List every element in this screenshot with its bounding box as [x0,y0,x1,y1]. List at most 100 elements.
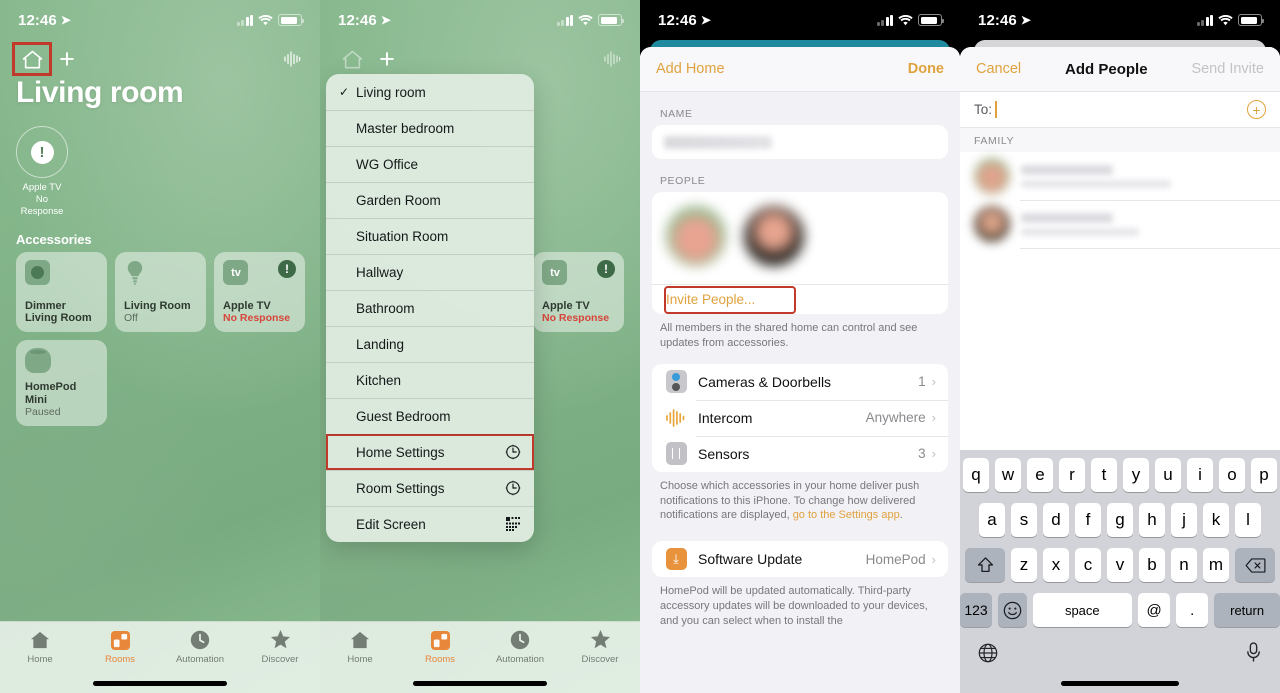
key-t[interactable]: t [1091,458,1117,492]
to-field-row[interactable]: To: + [960,92,1280,128]
status-tile[interactable]: ! Apple TV No Response [14,126,70,218]
add-button[interactable]: + [50,44,84,74]
status-bar-time-group: 12:46 ➤ [978,12,1031,29]
home-name-input[interactable] [652,125,948,159]
intercom-button[interactable] [278,45,306,73]
accessory-card-apple-tv[interactable]: tv ! Apple TV No Response [533,252,624,332]
tab-home[interactable]: Home [0,629,80,665]
intercom-button[interactable] [598,45,626,73]
avatar[interactable] [666,206,726,266]
key-a[interactable]: a [979,503,1005,537]
tab-label: Rooms [424,654,456,665]
row-sensors[interactable]: Sensors 3 › [652,435,948,472]
redacted-contact-name [1021,212,1113,223]
key-w[interactable]: w [995,458,1021,492]
key-x[interactable]: x [1043,548,1069,582]
key-v[interactable]: v [1107,548,1133,582]
home-button[interactable] [12,42,52,76]
tab-automation[interactable]: Automation [480,629,560,665]
key-o[interactable]: o [1219,458,1245,492]
apple-tv-icon: tv [542,260,567,285]
menu-item-living-room[interactable]: ✓ Living room [326,74,534,110]
invite-people-row[interactable]: Invite People... [652,284,948,314]
accessory-card-apple-tv[interactable]: tv ! Apple TV No Response [214,252,305,332]
key-b[interactable]: b [1139,548,1165,582]
menu-item-room-settings[interactable]: Room Settings [326,470,534,506]
backspace-icon[interactable] [1235,548,1275,582]
accessory-card-homepod-mini[interactable]: HomePod Mini Paused [16,340,107,426]
numbers-key[interactable]: 123 [960,593,993,627]
key-z[interactable]: z [1011,548,1037,582]
add-home-button[interactable]: Add Home [656,61,725,77]
menu-item-edit-screen[interactable]: Edit Screen [326,506,534,542]
cellular-signal-icon [1196,14,1213,26]
row-cameras-doorbells[interactable]: Cameras & Doorbells 1 › [652,364,948,400]
key-m[interactable]: m [1203,548,1229,582]
status-bar: 12:46 ➤ [960,0,1280,40]
period-key[interactable]: . [1176,593,1209,627]
plus-circle-icon[interactable]: + [1247,100,1266,119]
key-p[interactable]: p [1251,458,1277,492]
menu-item-wg-office[interactable]: WG Office [326,146,534,182]
key-i[interactable]: i [1187,458,1213,492]
home-button[interactable] [334,44,370,74]
key-y[interactable]: y [1123,458,1149,492]
dimmer-icon [25,260,50,285]
menu-item-bathroom[interactable]: Bathroom [326,290,534,326]
shift-icon[interactable] [965,548,1005,582]
cancel-button[interactable]: Cancel [976,61,1021,77]
tab-discover[interactable]: Discover [240,629,320,665]
key-u[interactable]: u [1155,458,1181,492]
key-q[interactable]: q [963,458,989,492]
tab-home[interactable]: Home [320,629,400,665]
tab-discover[interactable]: Discover [560,629,640,665]
row-software-update[interactable]: ⤓ Software Update HomePod › [652,541,948,577]
return-key[interactable]: return [1214,593,1280,627]
at-key[interactable]: @ [1138,593,1171,627]
status-tile-circle: ! [16,126,68,178]
tab-automation[interactable]: Automation [160,629,240,665]
accessory-card-living-room-light[interactable]: Living Room Off [115,252,206,332]
menu-item-master-bedroom[interactable]: Master bedroom [326,110,534,146]
accessory-card-dimmer[interactable]: Dimmer Living Room [16,252,107,332]
space-key[interactable]: space [1032,593,1133,627]
emoji-icon[interactable] [998,593,1027,627]
home-settings-list: Cameras & Doorbells 1 › Intercom Anywher… [652,363,948,472]
key-f[interactable]: f [1075,503,1101,537]
menu-item-garden-room[interactable]: Garden Room [326,182,534,218]
waveform-icon [604,51,621,67]
key-s[interactable]: s [1011,503,1037,537]
menu-item-kitchen[interactable]: Kitchen [326,362,534,398]
key-h[interactable]: h [1139,503,1165,537]
menu-item-guest-bedroom[interactable]: Guest Bedroom [326,398,534,434]
list-item[interactable] [960,200,1280,248]
avatar[interactable] [744,206,805,266]
key-j[interactable]: j [1171,503,1197,537]
menu-item-home-settings[interactable]: Home Settings [326,434,534,470]
key-g[interactable]: g [1107,503,1133,537]
tab-rooms[interactable]: Rooms [400,629,480,665]
key-k[interactable]: k [1203,503,1229,537]
key-c[interactable]: c [1075,548,1101,582]
done-button[interactable]: Done [908,61,944,77]
microphone-icon[interactable] [1245,642,1262,668]
people-section-label: PEOPLE [660,175,706,187]
key-r[interactable]: r [1059,458,1085,492]
key-l[interactable]: l [1235,503,1261,537]
row-intercom[interactable]: Intercom Anywhere › [652,399,948,436]
list-item[interactable] [960,152,1280,200]
settings-app-link[interactable]: go to the Settings app [793,509,900,521]
accessory-card-top [25,348,98,376]
key-e[interactable]: e [1027,458,1053,492]
key-n[interactable]: n [1171,548,1197,582]
menu-item-hallway[interactable]: Hallway [326,254,534,290]
send-invite-button[interactable]: Send Invite [1191,61,1264,77]
globe-icon[interactable] [978,643,998,668]
menu-item-situation-room[interactable]: Situation Room [326,218,534,254]
tab-rooms[interactable]: Rooms [80,629,160,665]
menu-item-landing[interactable]: Landing [326,326,534,362]
keyboard-row-1: q w e r t y u i o p [960,458,1280,492]
add-button[interactable]: + [370,44,404,74]
on-screen-keyboard: q w e r t y u i o p a s d f g h j k l z … [960,450,1280,693]
key-d[interactable]: d [1043,503,1069,537]
